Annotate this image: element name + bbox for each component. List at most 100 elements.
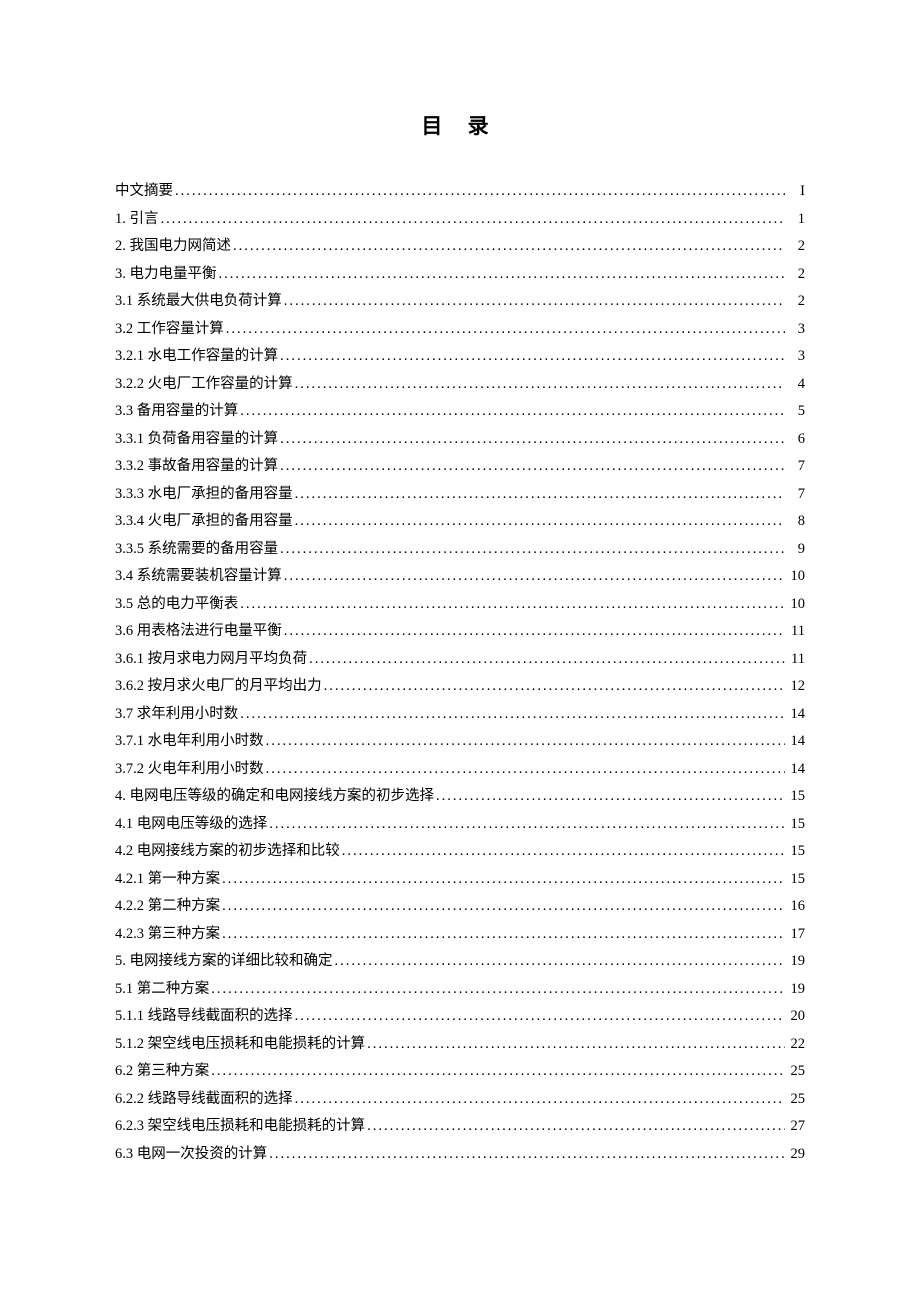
toc-entry-page: 4 bbox=[787, 371, 805, 399]
toc-entry: 3.6 用表格法进行电量平衡 11 bbox=[115, 618, 805, 646]
toc-entry: 3.2 工作容量计算 3 bbox=[115, 316, 805, 344]
toc-entry-label: 5. 电网接线方案的详细比较和确定 bbox=[115, 948, 333, 976]
toc-entry-page: 12 bbox=[787, 673, 805, 701]
toc-entry-dots bbox=[269, 811, 785, 839]
toc-entry-dots bbox=[222, 893, 785, 921]
toc-entry-page: 25 bbox=[787, 1086, 805, 1114]
toc-entry-label: 中文摘要 bbox=[115, 178, 173, 206]
toc-entry-label: 6.2 第三种方案 bbox=[115, 1058, 209, 1086]
toc-entry-page: 3 bbox=[787, 343, 805, 371]
toc-entry-label: 6.2.2 线路导线截面积的选择 bbox=[115, 1086, 293, 1114]
toc-entry: 3.7.1 水电年利用小时数 14 bbox=[115, 728, 805, 756]
toc-entry-dots bbox=[211, 976, 785, 1004]
toc-entry-dots bbox=[240, 591, 785, 619]
toc-entry-page: 14 bbox=[787, 701, 805, 729]
toc-entry-page: 29 bbox=[787, 1141, 805, 1169]
toc-entry: 3.3.3 水电厂承担的备用容量 7 bbox=[115, 481, 805, 509]
toc-entry-dots bbox=[367, 1113, 785, 1141]
toc-entry-dots bbox=[335, 948, 786, 976]
toc-entry-label: 3.3 备用容量的计算 bbox=[115, 398, 238, 426]
toc-entry-page: 3 bbox=[787, 316, 805, 344]
toc-entry-label: 3.2.1 水电工作容量的计算 bbox=[115, 343, 278, 371]
toc-entry-label: 4.1 电网电压等级的选择 bbox=[115, 811, 267, 839]
toc-entry: 3.5 总的电力平衡表 10 bbox=[115, 591, 805, 619]
toc-entry-dots bbox=[280, 343, 785, 371]
toc-entry-label: 3.1 系统最大供电负荷计算 bbox=[115, 288, 282, 316]
toc-entry-dots bbox=[240, 398, 785, 426]
toc-entry-label: 3.6.1 按月求电力网月平均负荷 bbox=[115, 646, 307, 674]
toc-entry-dots bbox=[295, 481, 785, 509]
toc-entry-label: 3.3.3 水电厂承担的备用容量 bbox=[115, 481, 293, 509]
toc-entry-dots bbox=[222, 866, 785, 894]
toc-entry-page: 5 bbox=[787, 398, 805, 426]
toc-entry-dots bbox=[295, 1003, 785, 1031]
toc-entry-page: 6 bbox=[787, 426, 805, 454]
toc-entry-dots bbox=[295, 1086, 785, 1114]
toc-entry-page: 1 bbox=[787, 206, 805, 234]
toc-entry-label: 5.1.1 线路导线截面积的选择 bbox=[115, 1003, 293, 1031]
toc-entry-page: 2 bbox=[787, 261, 805, 289]
toc-entry-label: 3.3.1 负荷备用容量的计算 bbox=[115, 426, 278, 454]
toc-entry: 4.2.2 第二种方案 16 bbox=[115, 893, 805, 921]
toc-entry: 中文摘要 I bbox=[115, 178, 805, 206]
toc-entry: 3. 电力电量平衡 2 bbox=[115, 261, 805, 289]
toc-entry-dots bbox=[233, 233, 785, 261]
toc-entry-page: 15 bbox=[787, 783, 805, 811]
toc-entry-dots bbox=[367, 1031, 785, 1059]
toc-entry-page: 22 bbox=[787, 1031, 805, 1059]
toc-entry-page: I bbox=[787, 178, 805, 206]
toc-entry: 3.2.1 水电工作容量的计算 3 bbox=[115, 343, 805, 371]
toc-entry-dots bbox=[175, 178, 785, 206]
toc-entry-page: 15 bbox=[787, 838, 805, 866]
toc-entry-dots bbox=[280, 426, 785, 454]
toc-entry: 6.2.3 架空线电压损耗和电能损耗的计算 27 bbox=[115, 1113, 805, 1141]
toc-entry-label: 4.2.1 第一种方案 bbox=[115, 866, 220, 894]
toc-entry: 4. 电网电压等级的确定和电网接线方案的初步选择 15 bbox=[115, 783, 805, 811]
toc-entry: 4.2.1 第一种方案 15 bbox=[115, 866, 805, 894]
toc-entry-label: 3. 电力电量平衡 bbox=[115, 261, 217, 289]
toc-entry: 3.1 系统最大供电负荷计算 2 bbox=[115, 288, 805, 316]
toc-entry-dots bbox=[226, 316, 785, 344]
toc-entry-dots bbox=[309, 646, 785, 674]
toc-entry-dots bbox=[284, 563, 785, 591]
toc-entry-page: 11 bbox=[787, 618, 805, 646]
toc-entry-dots bbox=[295, 508, 785, 536]
toc-entry-dots bbox=[266, 756, 785, 784]
toc-entry-page: 2 bbox=[787, 288, 805, 316]
toc-entry-label: 5.1.2 架空线电压损耗和电能损耗的计算 bbox=[115, 1031, 365, 1059]
toc-entry-label: 3.7.1 水电年利用小时数 bbox=[115, 728, 264, 756]
toc-entry-label: 3.7 求年利用小时数 bbox=[115, 701, 238, 729]
toc-entry: 3.4 系统需要装机容量计算 10 bbox=[115, 563, 805, 591]
toc-entry-dots bbox=[240, 701, 785, 729]
toc-entry-label: 3.5 总的电力平衡表 bbox=[115, 591, 238, 619]
toc-entry-dots bbox=[161, 206, 786, 234]
toc-entry-page: 11 bbox=[787, 646, 805, 674]
toc-entry-dots bbox=[266, 728, 785, 756]
toc-entry: 3.3.4 火电厂承担的备用容量 8 bbox=[115, 508, 805, 536]
toc-entry: 6.2 第三种方案 25 bbox=[115, 1058, 805, 1086]
toc-entry: 3.3 备用容量的计算 5 bbox=[115, 398, 805, 426]
toc-entry: 1. 引言 1 bbox=[115, 206, 805, 234]
toc-entry: 4.2 电网接线方案的初步选择和比较 15 bbox=[115, 838, 805, 866]
toc-entry-page: 15 bbox=[787, 811, 805, 839]
toc-entry: 6.2.2 线路导线截面积的选择 25 bbox=[115, 1086, 805, 1114]
toc-entry: 2. 我国电力网简述 2 bbox=[115, 233, 805, 261]
toc-entry-dots bbox=[436, 783, 785, 811]
toc-entry-dots bbox=[280, 453, 785, 481]
toc-entry: 3.7.2 火电年利用小时数 14 bbox=[115, 756, 805, 784]
toc-entry: 3.2.2 火电厂工作容量的计算 4 bbox=[115, 371, 805, 399]
toc-entry-dots bbox=[280, 536, 785, 564]
toc-entry-page: 14 bbox=[787, 728, 805, 756]
toc-entry-dots bbox=[324, 673, 785, 701]
toc-entry-page: 10 bbox=[787, 563, 805, 591]
toc-entry: 3.6.1 按月求电力网月平均负荷 11 bbox=[115, 646, 805, 674]
toc-entry: 4.2.3 第三种方案 17 bbox=[115, 921, 805, 949]
toc-entry: 5.1.1 线路导线截面积的选择 20 bbox=[115, 1003, 805, 1031]
toc-entry-dots bbox=[284, 288, 785, 316]
toc-entry: 5.1.2 架空线电压损耗和电能损耗的计算 22 bbox=[115, 1031, 805, 1059]
toc-entry: 6.3 电网一次投资的计算 29 bbox=[115, 1141, 805, 1169]
toc-entry-page: 9 bbox=[787, 536, 805, 564]
toc-entry-label: 3.7.2 火电年利用小时数 bbox=[115, 756, 264, 784]
toc-entry-page: 20 bbox=[787, 1003, 805, 1031]
toc-entry-page: 19 bbox=[787, 948, 805, 976]
